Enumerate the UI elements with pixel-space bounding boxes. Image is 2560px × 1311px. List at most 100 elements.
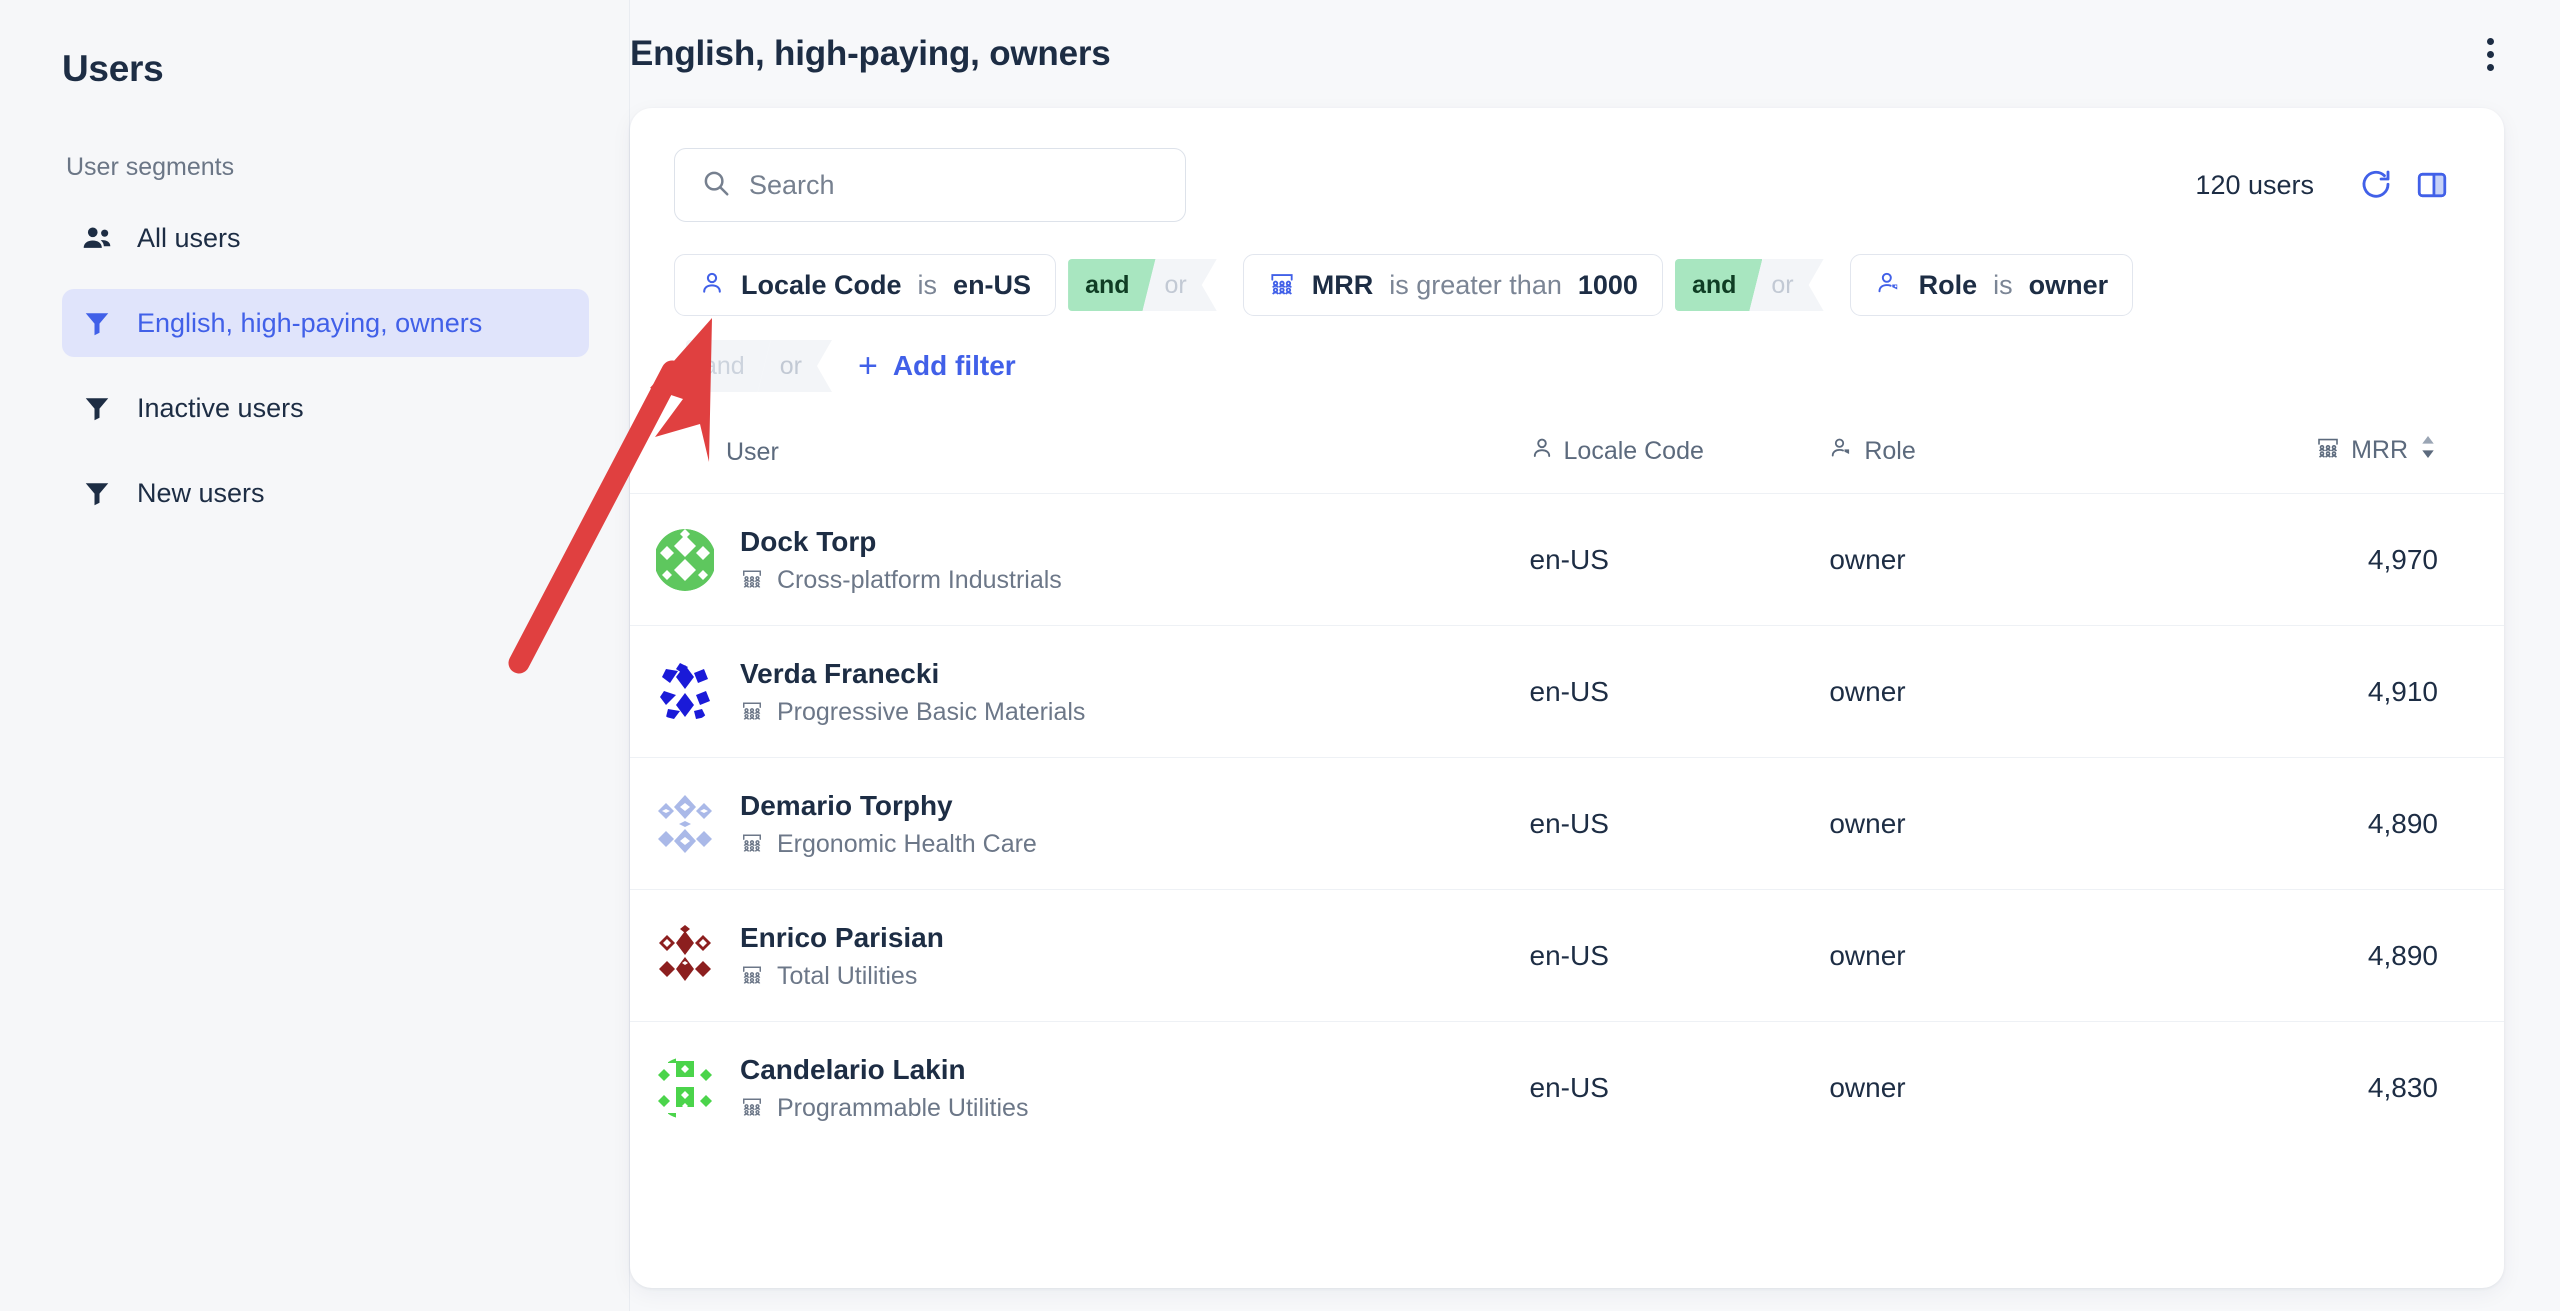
cell-role: owner: [1829, 807, 1906, 839]
toolbar-row: Search 120 users: [674, 148, 2460, 222]
conjunction-or-option[interactable]: or: [1143, 259, 1217, 311]
users-count-label: 120 users: [2195, 169, 2314, 200]
user-name: Candelario Lakin: [740, 1054, 966, 1085]
cell-user: Dock Torp Cross-platform Industrials: [630, 494, 1530, 626]
kebab-menu-icon[interactable]: [2477, 28, 2504, 81]
conjunction-and-option[interactable]: and: [1675, 259, 1762, 311]
cell-user: Demario Torphy Ergonomic Health Care: [630, 758, 1530, 890]
cell-user: Enrico Parisian Total Utilities: [630, 890, 1530, 1022]
table-row[interactable]: Enrico Parisian Total Utilities en-US ow…: [630, 889, 2504, 1022]
company-name: Cross-platform Industrials: [777, 566, 1062, 594]
cell-locale-code: en-US: [1529, 939, 1609, 971]
cell-mrr: 4,830: [2367, 1071, 2438, 1103]
user-segments-label: User segments: [66, 153, 235, 181]
sidebar-item-all-users[interactable]: All users: [62, 204, 589, 272]
table-row[interactable]: Demario Torphy Ergonomic Health Care en-…: [630, 757, 2504, 890]
conjunction-toggle-2[interactable]: and or: [1675, 259, 1824, 311]
main-content: English, high-paying, owners Search 120 …: [630, 0, 2560, 1311]
main-header: English, high-paying, owners: [630, 0, 2560, 108]
filter-field: MRR: [1311, 269, 1374, 300]
table-head: User Locale Code Role MRR: [630, 434, 2504, 494]
filter-field: Role: [1918, 269, 1978, 300]
sidebar: Users User segments All users English, h…: [0, 0, 630, 1311]
avatar: [654, 1056, 716, 1119]
table-row[interactable]: Dock Torp Cross-platform Industrials en-…: [630, 493, 2504, 626]
company-icon: [740, 963, 764, 990]
company-icon: [740, 1095, 764, 1122]
filter-icon: [80, 476, 114, 510]
table-row[interactable]: Verda Franecki Progressive Basic Materia…: [630, 625, 2504, 758]
role-filter-pill[interactable]: Role is owner: [1849, 254, 2134, 316]
filter-operator: is: [1993, 269, 2013, 300]
company-icon: [740, 699, 764, 726]
filter-value: owner: [2028, 269, 2109, 300]
user-name: Enrico Parisian: [740, 922, 944, 953]
add-filter-button[interactable]: + Add filter: [858, 349, 1016, 383]
column-label: Locale Code: [1563, 437, 1704, 465]
cell-locale-code: en-US: [1529, 807, 1609, 839]
filter-value: 1000: [1577, 269, 1638, 300]
users-table: User Locale Code Role MRR Dock Torp Cros…: [630, 434, 2504, 1153]
cell-mrr: 4,970: [2367, 543, 2438, 575]
table-body: Dock Torp Cross-platform Industrials en-…: [630, 493, 2504, 1154]
columns-layout-icon[interactable]: [2404, 157, 2460, 213]
cell-locale-code: en-US: [1529, 675, 1609, 707]
user-name: Verda Franecki: [740, 658, 940, 689]
company-name: Programmable Utilities: [777, 1094, 1029, 1122]
sort-arrows-icon[interactable]: [2418, 434, 2438, 467]
avatar: [654, 792, 716, 855]
user-name: Dock Torp: [740, 526, 877, 557]
sidebar-item-english-high-paying-owners[interactable]: English, high-paying, owners: [62, 289, 589, 357]
column-header-user[interactable]: User: [630, 434, 1530, 494]
column-header-locale-code[interactable]: Locale Code: [1530, 434, 1830, 494]
company-name: Ergonomic Health Care: [777, 830, 1037, 858]
company-icon: [2315, 435, 2341, 466]
column-header-mrr[interactable]: MRR: [2129, 434, 2504, 494]
plus-icon: +: [857, 347, 878, 385]
add-filter-label: Add filter: [892, 350, 1016, 381]
users-group-icon: [80, 221, 114, 255]
company-icon: [740, 567, 764, 594]
add-filter-row: and or + Add filter: [674, 340, 2460, 392]
refresh-icon[interactable]: [2348, 157, 2404, 213]
search-placeholder: Search: [749, 169, 835, 200]
sidebar-item-label: All users: [137, 222, 241, 253]
conjunction-and-option[interactable]: and: [1068, 259, 1155, 311]
conjunction-and-option[interactable]: and: [686, 340, 771, 392]
page-title-users: Users: [62, 48, 164, 89]
sidebar-item-inactive-users[interactable]: Inactive users: [62, 374, 589, 442]
conjunction-or-option[interactable]: or: [758, 340, 832, 392]
card-toolbar: Search 120 users Locale Code is en-US an…: [630, 108, 2504, 392]
filter-operator: is greater than: [1389, 269, 1562, 300]
filter-bar: Locale Code is en-US and or MRR is great…: [674, 254, 2460, 316]
cell-locale-code: en-US: [1529, 1071, 1609, 1103]
cell-mrr: 4,910: [2367, 675, 2438, 707]
person-icon: [1530, 436, 1554, 467]
person-tag-icon: [1875, 270, 1903, 301]
company-icon: [740, 831, 764, 858]
filter-field: Locale Code: [741, 269, 902, 300]
add-filter-conjunction-toggle[interactable]: and or: [686, 340, 832, 392]
column-header-role[interactable]: Role: [1829, 434, 2129, 494]
company-icon: [1268, 270, 1296, 301]
cell-role: owner: [1829, 1071, 1906, 1103]
avatar: [654, 660, 716, 723]
conjunction-toggle-1[interactable]: and or: [1068, 259, 1217, 311]
sidebar-item-new-users[interactable]: New users: [62, 459, 589, 527]
app-root: Users User segments All users English, h…: [0, 0, 2560, 1311]
cell-user: Candelario Lakin Programmable Utilities: [630, 1022, 1530, 1154]
cell-mrr: 4,890: [2367, 939, 2438, 971]
conjunction-or-option[interactable]: or: [1749, 259, 1823, 311]
filter-operator: is: [917, 269, 938, 300]
filter-value: en-US: [953, 269, 1032, 300]
cell-mrr: 4,890: [2367, 807, 2438, 839]
sidebar-item-label: New users: [137, 477, 265, 508]
cell-user: Verda Franecki Progressive Basic Materia…: [630, 626, 1530, 758]
search-input[interactable]: Search: [674, 148, 1186, 222]
search-icon: [701, 168, 731, 203]
person-icon: [699, 270, 725, 301]
company-name: Progressive Basic Materials: [777, 698, 1086, 726]
mrr-filter-pill[interactable]: MRR is greater than 1000: [1242, 254, 1663, 316]
locale-code-filter-pill[interactable]: Locale Code is en-US: [674, 254, 1057, 316]
table-row[interactable]: Candelario Lakin Programmable Utilities …: [630, 1021, 2504, 1154]
